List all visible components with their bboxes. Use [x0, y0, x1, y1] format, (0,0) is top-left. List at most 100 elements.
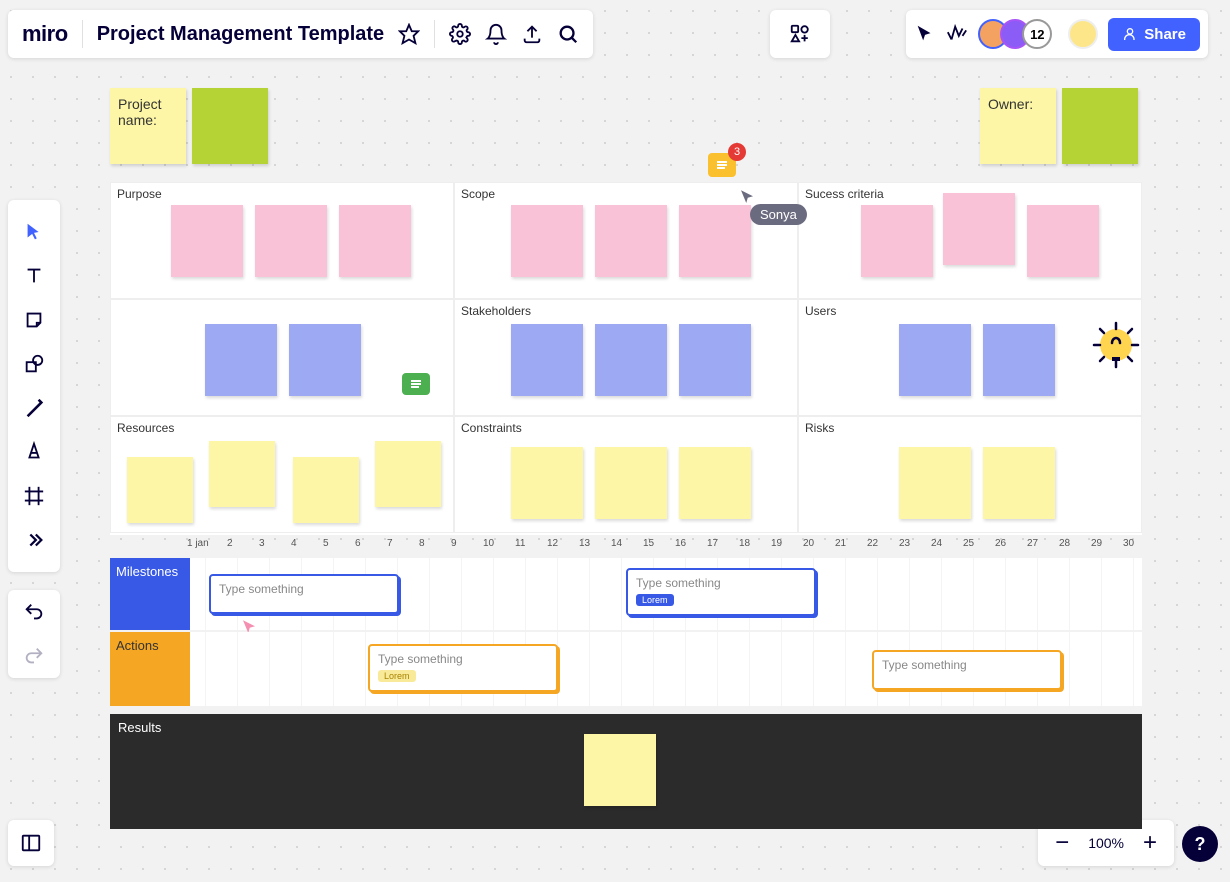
timeline-date: 20: [803, 538, 814, 549]
section-title: Purpose: [117, 187, 447, 201]
shape-tool[interactable]: [8, 342, 60, 386]
sticky-note[interactable]: [983, 447, 1055, 519]
action-card[interactable]: Type something Lorem: [368, 644, 558, 692]
sticky-note[interactable]: [511, 324, 583, 396]
section-title: Resources: [117, 421, 447, 435]
timeline-date: 10: [483, 538, 494, 549]
sticky-note[interactable]: [595, 447, 667, 519]
notifications-icon[interactable]: [485, 23, 507, 45]
more-tools[interactable]: [8, 518, 60, 562]
pen-tool[interactable]: [8, 430, 60, 474]
timeline-date: 19: [771, 538, 782, 549]
reactions-icon[interactable]: [946, 23, 968, 45]
sticky-note[interactable]: [511, 447, 583, 519]
sticky-note[interactable]: [943, 193, 1015, 265]
sticky-note[interactable]: [375, 441, 441, 507]
section-risks[interactable]: Risks: [798, 416, 1142, 533]
section-constraints[interactable]: Constraints: [454, 416, 798, 533]
sticky-note[interactable]: [679, 205, 751, 277]
cursor-mode-icon[interactable]: [914, 23, 936, 45]
timeline-date: 25: [963, 538, 974, 549]
sticky-owner[interactable]: Owner:: [980, 88, 1056, 164]
export-icon[interactable]: [521, 23, 543, 45]
star-icon[interactable]: [398, 23, 420, 45]
frame-tool[interactable]: [8, 474, 60, 518]
section-title: Users: [805, 304, 1135, 318]
undo-button[interactable]: [8, 590, 60, 634]
section-title: Constraints: [461, 421, 791, 435]
sticky-project-name[interactable]: Project name:: [110, 88, 186, 164]
sticky-note[interactable]: [255, 205, 327, 277]
section-purpose[interactable]: Purpose: [110, 182, 454, 299]
sticky-note[interactable]: [127, 457, 193, 523]
sticky-note[interactable]: [595, 205, 667, 277]
sticky-note[interactable]: [861, 205, 933, 277]
card-placeholder: Type something: [636, 576, 721, 590]
lightbulb-icon[interactable]: [1088, 317, 1144, 373]
sticky-note[interactable]: [679, 324, 751, 396]
milestones-row[interactable]: Milestones Type something Type something…: [110, 558, 1142, 630]
actions-row[interactable]: Actions Type something Lorem Type someth…: [110, 632, 1142, 706]
help-button[interactable]: ?: [1182, 826, 1218, 862]
section-empty-blue[interactable]: [110, 299, 454, 416]
zoom-in-button[interactable]: +: [1140, 829, 1160, 857]
search-icon[interactable]: [557, 23, 579, 45]
settings-icon[interactable]: [449, 23, 471, 45]
comment-count-badge: 3: [728, 143, 746, 161]
timeline-date: 22: [867, 538, 878, 549]
sticky-project-name-value[interactable]: [192, 88, 268, 164]
sticky-note[interactable]: [679, 447, 751, 519]
timeline-date-labels: 1 jan23456789101112131415161718192021222…: [110, 538, 1142, 556]
card-placeholder: Type something: [378, 652, 463, 666]
line-tool[interactable]: [8, 386, 60, 430]
timeline-date: 8: [419, 538, 425, 549]
header-right-panel: 12 Share: [906, 10, 1208, 58]
results-section[interactable]: Results: [110, 714, 1142, 829]
redo-button[interactable]: [8, 634, 60, 678]
timeline-date: 12: [547, 538, 558, 549]
milestone-card[interactable]: Type something Lorem: [626, 568, 816, 616]
comment-indicator[interactable]: [402, 373, 430, 395]
results-label: Results: [118, 720, 161, 735]
timeline-date: 18: [739, 538, 750, 549]
avatar-overflow-count[interactable]: 12: [1022, 19, 1052, 49]
action-card[interactable]: Type something: [872, 650, 1062, 690]
collaborator-avatars[interactable]: 12: [978, 19, 1052, 49]
sticky-tool[interactable]: [8, 298, 60, 342]
sticky-note[interactable]: [511, 205, 583, 277]
select-tool[interactable]: [8, 210, 60, 254]
header-left-panel: miro Project Management Template: [8, 10, 593, 58]
sticky-note[interactable]: [339, 205, 411, 277]
sticky-note[interactable]: [983, 324, 1055, 396]
sticky-note[interactable]: [584, 734, 656, 806]
sticky-note[interactable]: [293, 457, 359, 523]
zoom-out-button[interactable]: −: [1052, 829, 1072, 857]
board-title[interactable]: Project Management Template: [97, 23, 384, 46]
zoom-level[interactable]: 100%: [1088, 835, 1124, 851]
sticky-note[interactable]: [171, 205, 243, 277]
user-avatar[interactable]: [1068, 19, 1098, 49]
timeline-date: 14: [611, 538, 622, 549]
sticky-note[interactable]: [205, 324, 277, 396]
text-tool[interactable]: [8, 254, 60, 298]
sticky-note[interactable]: [595, 324, 667, 396]
sticky-owner-value[interactable]: [1062, 88, 1138, 164]
sticky-note[interactable]: [899, 324, 971, 396]
sticky-note[interactable]: [209, 441, 275, 507]
section-resources[interactable]: Resources: [110, 416, 454, 533]
sticky-note[interactable]: [289, 324, 361, 396]
sticky-note[interactable]: [899, 447, 971, 519]
sticky-note[interactable]: [1027, 205, 1099, 277]
timeline-date: 13: [579, 538, 590, 549]
comment-indicator[interactable]: 3: [708, 153, 736, 177]
share-button[interactable]: Share: [1108, 18, 1200, 51]
section-stakeholders[interactable]: Stakeholders: [454, 299, 798, 416]
timeline-date: 11: [515, 538, 525, 549]
milestone-card[interactable]: Type something: [209, 574, 399, 614]
frames-panel-toggle[interactable]: [8, 820, 54, 866]
timeline-date: 6: [355, 538, 361, 549]
section-success[interactable]: Sucess criteria: [798, 182, 1142, 299]
app-logo[interactable]: miro: [22, 21, 68, 47]
timeline-date: 3: [259, 538, 265, 549]
apps-button[interactable]: [770, 10, 830, 58]
